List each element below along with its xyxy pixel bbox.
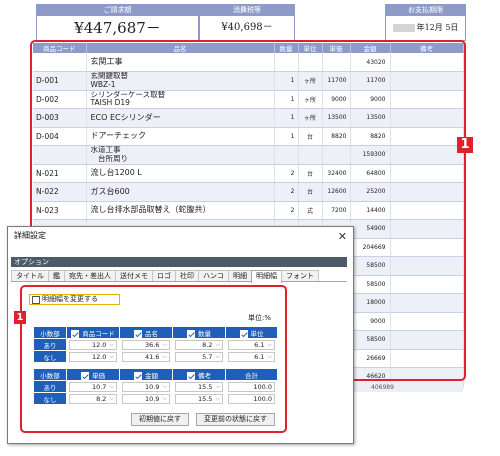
total-value: ¥447,687－ xyxy=(74,19,161,37)
dialog-title: 詳細設定 xyxy=(14,231,46,240)
tab-9[interactable]: フォント xyxy=(281,270,319,281)
settings-tabs: タイトル鑑宛先・差出人 送付メモ ロゴ 社印 ハンコ 明細 明細幅 フォント xyxy=(11,270,347,283)
redacted-year xyxy=(392,24,415,32)
tab-0[interactable]: タイトル xyxy=(11,270,49,281)
dialog-title-bar: 詳細設定 ✕ xyxy=(8,227,353,247)
tab-7[interactable]: 明細 xyxy=(228,270,252,281)
callout-badge-panel: 1 xyxy=(14,311,26,324)
total-amount-box: ご請求額 ¥447,687－ xyxy=(36,4,199,41)
tab-5[interactable]: 社印 xyxy=(175,270,199,281)
tab-1[interactable]: 鑑 xyxy=(48,270,65,281)
close-icon[interactable]: ✕ xyxy=(338,228,347,246)
panel-highlight-frame xyxy=(20,285,287,433)
due-date-box: お支払期限 年12月 5日 xyxy=(385,4,466,41)
tab-8[interactable]: 明細幅 xyxy=(251,270,282,283)
tax-label: 消費税等 xyxy=(200,5,294,16)
tax-box: 消費税等 ¥40,698－ xyxy=(199,4,295,41)
tax-value: ¥40,698－ xyxy=(221,22,273,33)
tab-6[interactable]: ハンコ xyxy=(198,270,229,281)
due-label: お支払期限 xyxy=(386,5,465,16)
footer-amount: 406989 xyxy=(371,384,394,391)
tab-2[interactable]: 宛先・差出人 xyxy=(64,270,116,281)
options-section-header: オプション xyxy=(11,257,347,267)
total-label: ご請求額 xyxy=(37,5,198,16)
due-value: 年12月 5日 xyxy=(386,16,465,40)
tab-3[interactable]: 送付メモ xyxy=(115,270,153,281)
tab-4[interactable]: ロゴ xyxy=(152,270,176,281)
callout-badge-1: 1 xyxy=(457,137,473,153)
